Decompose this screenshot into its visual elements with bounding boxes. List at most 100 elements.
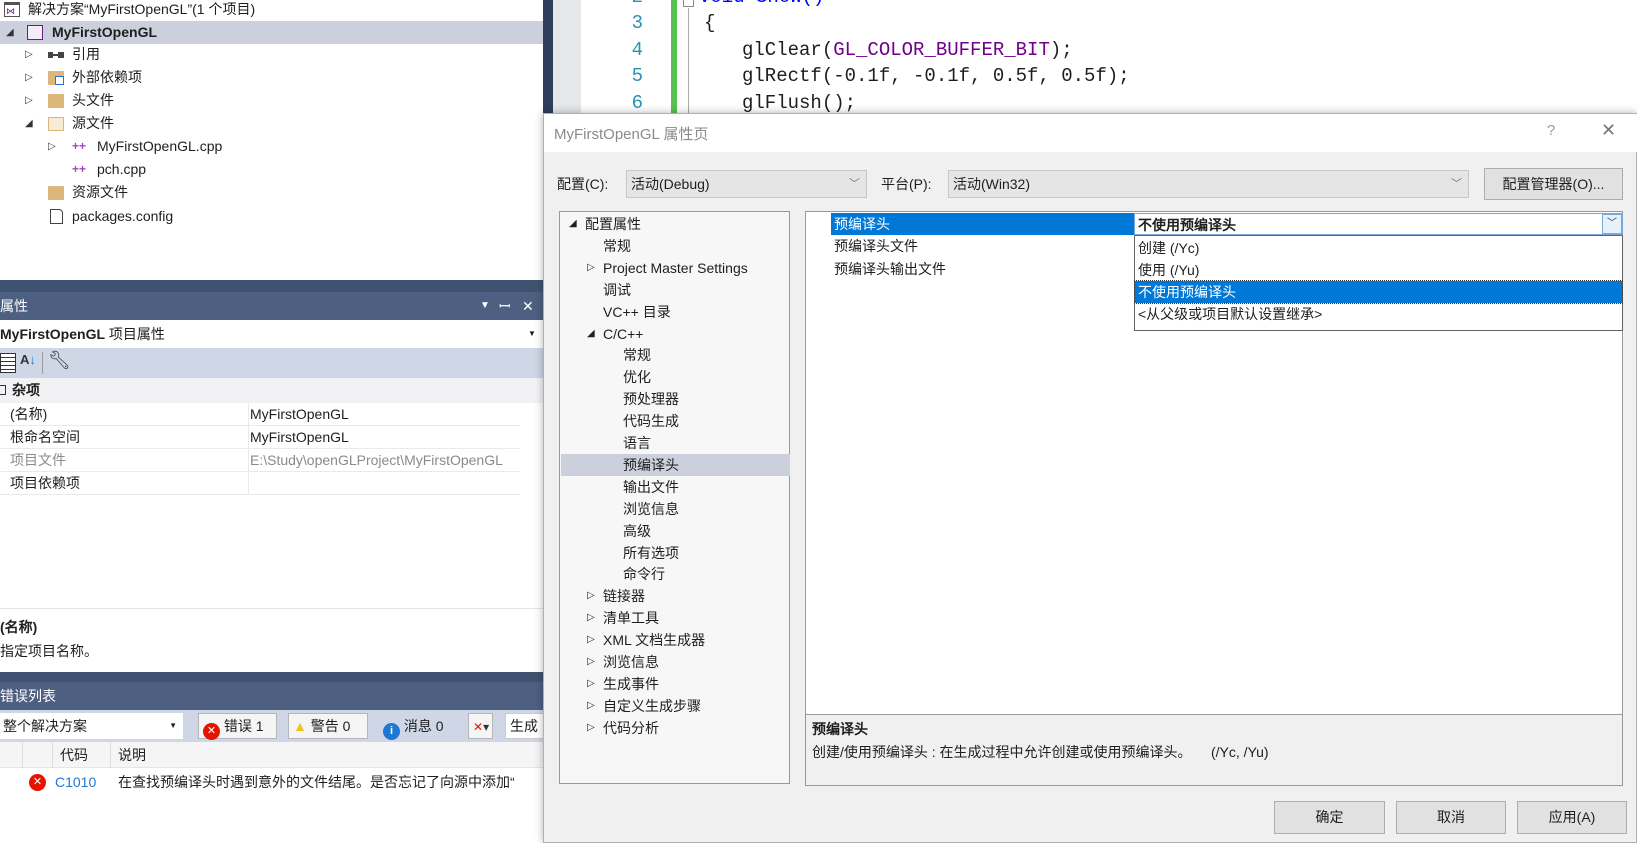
panel-splitter[interactable] xyxy=(0,672,543,682)
expanded-arrow-icon[interactable]: ◢ xyxy=(587,323,595,345)
expanded-arrow-icon[interactable]: ◢ xyxy=(569,213,577,235)
collapsed-arrow-icon[interactable]: ▷ xyxy=(587,585,595,607)
properties-object-selector[interactable]: MyFirstOpenGL 项目属性 ▼ xyxy=(0,320,543,348)
collapsed-arrow-icon[interactable]: ▷ xyxy=(587,607,595,629)
close-button[interactable]: ✕ xyxy=(1601,120,1616,141)
tree-item[interactable]: ▷ 生成事件 xyxy=(561,673,790,695)
cancel-button[interactable]: 取消 xyxy=(1396,801,1506,834)
ok-button[interactable]: 确定 xyxy=(1274,801,1385,834)
config-dropdown[interactable]: 活动(Debug) ﹀ xyxy=(626,170,867,198)
project-node[interactable]: ◢ MyFirstOpenGL xyxy=(0,21,543,44)
tree-item[interactable]: ▷ Project Master Settings xyxy=(561,257,790,279)
expanded-arrow-icon[interactable]: ◢ xyxy=(6,21,14,44)
tree-item[interactable]: 浏览信息 xyxy=(561,498,790,520)
property-value[interactable]: MyFirstOpenGL xyxy=(248,403,520,425)
warnings-filter-button[interactable]: ▲ 警告 0 xyxy=(288,713,368,739)
collapsed-arrow-icon[interactable]: ▷ xyxy=(587,695,595,717)
tree-item[interactable]: 高级 xyxy=(561,520,790,542)
tree-item-header-files[interactable]: ▷ 头文件 xyxy=(0,89,543,112)
dropdown-button[interactable]: ﹀ xyxy=(1602,214,1622,234)
error-row[interactable]: ✕ C1010 在查找预编译头时遇到意外的文件结尾。是否忘记了向源中添加“ xyxy=(0,770,543,794)
tree-item[interactable]: 预处理器 xyxy=(561,388,790,410)
collapsed-arrow-icon[interactable]: ▷ xyxy=(25,43,33,66)
option-use[interactable]: 使用 (/Yu) xyxy=(1135,259,1622,281)
apply-button[interactable]: 应用(A) xyxy=(1517,801,1627,834)
option-not-using[interactable]: 不使用预编译头 xyxy=(1134,280,1623,304)
property-value[interactable]: MyFirstOpenGL xyxy=(248,426,520,448)
tree-item[interactable]: 调试 xyxy=(561,279,790,301)
tree-item[interactable]: 所有选项 xyxy=(561,542,790,564)
tree-item[interactable]: ◢ 配置属性 xyxy=(561,213,790,235)
tree-item-source-files[interactable]: ◢ 源文件 xyxy=(0,112,543,135)
collapse-icon[interactable] xyxy=(0,385,6,395)
tree-item[interactable]: 语言 xyxy=(561,432,790,454)
grid-row-precompiled-header[interactable]: 预编译头 xyxy=(831,213,1134,235)
option-inherit[interactable]: <从父级或项目默认设置继承> xyxy=(1135,303,1622,325)
dropdown-icon[interactable]: ▼ xyxy=(480,292,490,320)
tree-item[interactable]: 常规 xyxy=(561,235,790,257)
property-row[interactable]: (名称) MyFirstOpenGL xyxy=(0,403,520,426)
property-row[interactable]: 项目依赖项 xyxy=(0,472,520,495)
tree-item[interactable]: ▷ 清单工具 xyxy=(561,607,790,629)
collapsed-arrow-icon[interactable]: ▷ xyxy=(587,257,595,279)
wrench-icon[interactable]: 🔧︎ xyxy=(48,350,71,371)
tree-item[interactable]: 输出文件 xyxy=(561,476,790,498)
tree-item[interactable]: ▷ XML 文档生成器 xyxy=(561,629,790,651)
tree-item[interactable]: 命令行 xyxy=(561,563,790,585)
grid-row-precompiled-header-file[interactable]: 预编译头文件 xyxy=(831,235,1134,257)
solution-node[interactable]: ⋈ 解决方案“MyFirstOpenGL”(1 个项目) xyxy=(0,0,543,21)
error-code[interactable]: C1010 xyxy=(55,770,96,794)
category-row[interactable]: 杂项 xyxy=(0,378,543,403)
messages-filter-button[interactable]: i 消息 0 xyxy=(378,713,458,740)
collapsed-arrow-icon[interactable]: ▷ xyxy=(25,89,33,112)
property-value[interactable] xyxy=(248,472,520,494)
column-header-description[interactable]: 说明 xyxy=(118,742,146,768)
sort-alphabetical-icon[interactable]: A↓ xyxy=(20,352,36,367)
tree-item[interactable]: 优化 xyxy=(561,366,790,388)
tree-item-packages-config[interactable]: packages.config xyxy=(0,205,543,228)
tree-item-resource-files[interactable]: 资源文件 xyxy=(0,181,543,204)
tree-item[interactable]: ▷ 链接器 xyxy=(561,585,790,607)
property-key: (名称) xyxy=(10,406,48,422)
tree-item[interactable]: VC++ 目录 xyxy=(561,301,790,323)
collapsed-arrow-icon[interactable]: ▷ xyxy=(587,629,595,651)
tree-item[interactable]: ▷ 代码分析 xyxy=(561,717,790,739)
tree-item[interactable]: ▷ 自定义生成步骤 xyxy=(561,695,790,717)
tree-item-main-cpp[interactable]: ▷ ++ MyFirstOpenGL.cpp xyxy=(0,135,543,158)
panel-splitter[interactable] xyxy=(0,280,543,292)
property-value[interactable]: E:\Study\openGLProject\MyFirstOpenGL xyxy=(248,449,520,471)
tree-item[interactable]: ▷ 浏览信息 xyxy=(561,651,790,673)
tree-item-references[interactable]: ▷ 引用 xyxy=(0,43,543,66)
collapsed-arrow-icon[interactable]: ▷ xyxy=(25,66,33,89)
categorized-icon[interactable] xyxy=(0,353,16,373)
tree-item[interactable]: ◢ C/C++ xyxy=(561,323,790,345)
option-create[interactable]: 创建 (/Yc) xyxy=(1135,237,1622,259)
clear-filter-button[interactable]: ✕▾ xyxy=(468,713,493,739)
grid-value-precompiled-header[interactable]: 不使用预编译头 ﹀ xyxy=(1134,213,1623,235)
collapsed-arrow-icon[interactable]: ▷ xyxy=(587,651,595,673)
help-button[interactable]: ? xyxy=(1547,122,1555,139)
errors-filter-button[interactable]: ✕ 错误 1 xyxy=(198,713,277,740)
pin-icon[interactable]: ꟷ xyxy=(499,292,510,320)
collapse-outline-icon[interactable] xyxy=(683,0,694,7)
chevron-down-icon[interactable]: ▼ xyxy=(528,320,536,348)
tree-item-external-deps[interactable]: ▷ 外部依赖项 xyxy=(0,66,543,89)
scope-dropdown[interactable]: 整个解决方案 ▼ xyxy=(0,713,183,739)
grid-row-precompiled-header-output[interactable]: 预编译头输出文件 xyxy=(831,258,1134,280)
build-source-dropdown[interactable]: 生成 xyxy=(505,713,545,739)
property-row[interactable]: 项目文件 E:\Study\openGLProject\MyFirstOpenGL xyxy=(0,449,520,472)
code-editor[interactable]: 2 3 4 5 6 void Show() { glClear(GL_COLOR… xyxy=(553,0,1637,114)
config-manager-button[interactable]: 配置管理器(O)... xyxy=(1484,168,1623,200)
property-row[interactable]: 根命名空间 MyFirstOpenGL xyxy=(0,426,520,449)
tree-item-pch-cpp[interactable]: ++ pch.cpp xyxy=(0,158,543,181)
collapsed-arrow-icon[interactable]: ▷ xyxy=(587,717,595,739)
close-icon[interactable]: ✕ xyxy=(522,292,534,320)
collapsed-arrow-icon[interactable]: ▷ xyxy=(48,135,56,158)
tree-item[interactable]: 代码生成 xyxy=(561,410,790,432)
tree-item[interactable]: 预编译头 xyxy=(561,453,790,476)
expanded-arrow-icon[interactable]: ◢ xyxy=(25,112,33,135)
platform-dropdown[interactable]: 活动(Win32) ﹀ xyxy=(948,170,1469,198)
collapsed-arrow-icon[interactable]: ▷ xyxy=(587,673,595,695)
column-header-code[interactable]: 代码 xyxy=(60,742,88,768)
tree-item[interactable]: 常规 xyxy=(561,344,790,366)
